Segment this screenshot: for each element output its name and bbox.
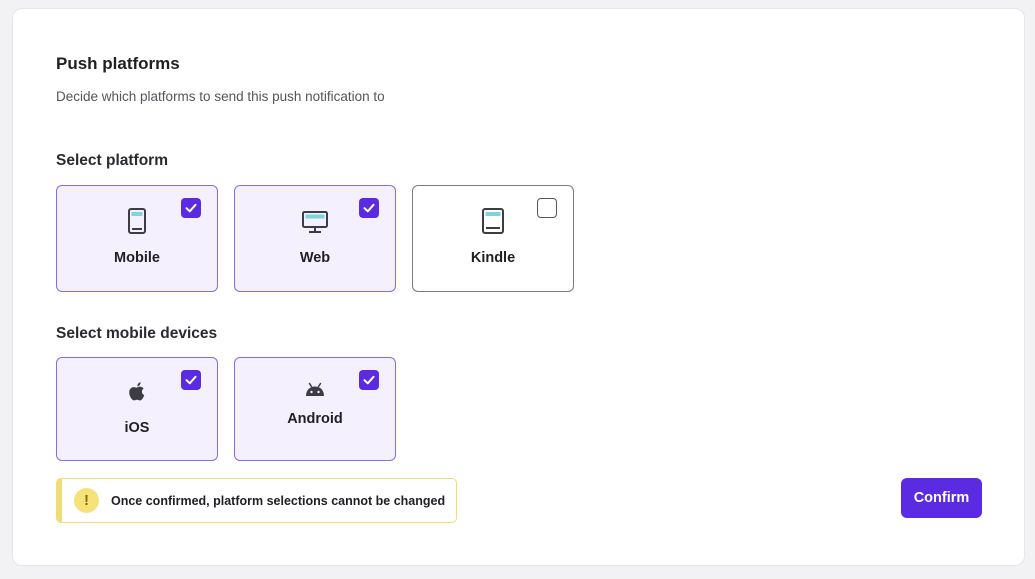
select-platform-label: Select platform: [56, 152, 168, 169]
page-subtitle: Decide which platforms to send this push…: [56, 89, 385, 104]
platform-label-web: Web: [299, 250, 331, 266]
confirm-button[interactable]: Confirm: [901, 478, 982, 518]
page-title: Push platforms: [56, 54, 180, 73]
device-label-ios: iOS: [124, 420, 150, 436]
device-tile-ios[interactable]: iOS: [56, 357, 218, 461]
warning-banner: ! Once confirmed, platform selections ca…: [56, 478, 457, 523]
select-devices-label: Select mobile devices: [56, 325, 218, 342]
platform-tile-mobile[interactable]: Mobile: [56, 185, 218, 292]
warning-text: Once confirmed, platform selections cann…: [111, 493, 446, 508]
mobile-phone-icon: [127, 208, 147, 234]
desktop-monitor-icon: [301, 210, 329, 234]
exclamation-icon: !: [74, 488, 99, 513]
platform-tile-web[interactable]: Web: [234, 185, 396, 292]
kindle-checkbox[interactable]: [537, 198, 557, 218]
platform-label-kindle: Kindle: [470, 250, 516, 266]
platform-label-mobile: Mobile: [114, 250, 160, 266]
platform-tile-kindle[interactable]: Kindle: [412, 185, 574, 292]
device-tile-android[interactable]: Android: [234, 357, 396, 461]
android-icon: [304, 382, 326, 398]
web-checkbox[interactable]: [359, 198, 379, 218]
kindle-tablet-icon: [481, 208, 505, 234]
android-checkbox[interactable]: [359, 370, 379, 390]
ios-checkbox[interactable]: [181, 370, 201, 390]
mobile-checkbox[interactable]: [181, 198, 201, 218]
apple-icon: [126, 380, 148, 406]
device-label-android: Android: [287, 411, 343, 427]
push-platforms-card: Push platforms Decide which platforms to…: [12, 8, 1025, 566]
